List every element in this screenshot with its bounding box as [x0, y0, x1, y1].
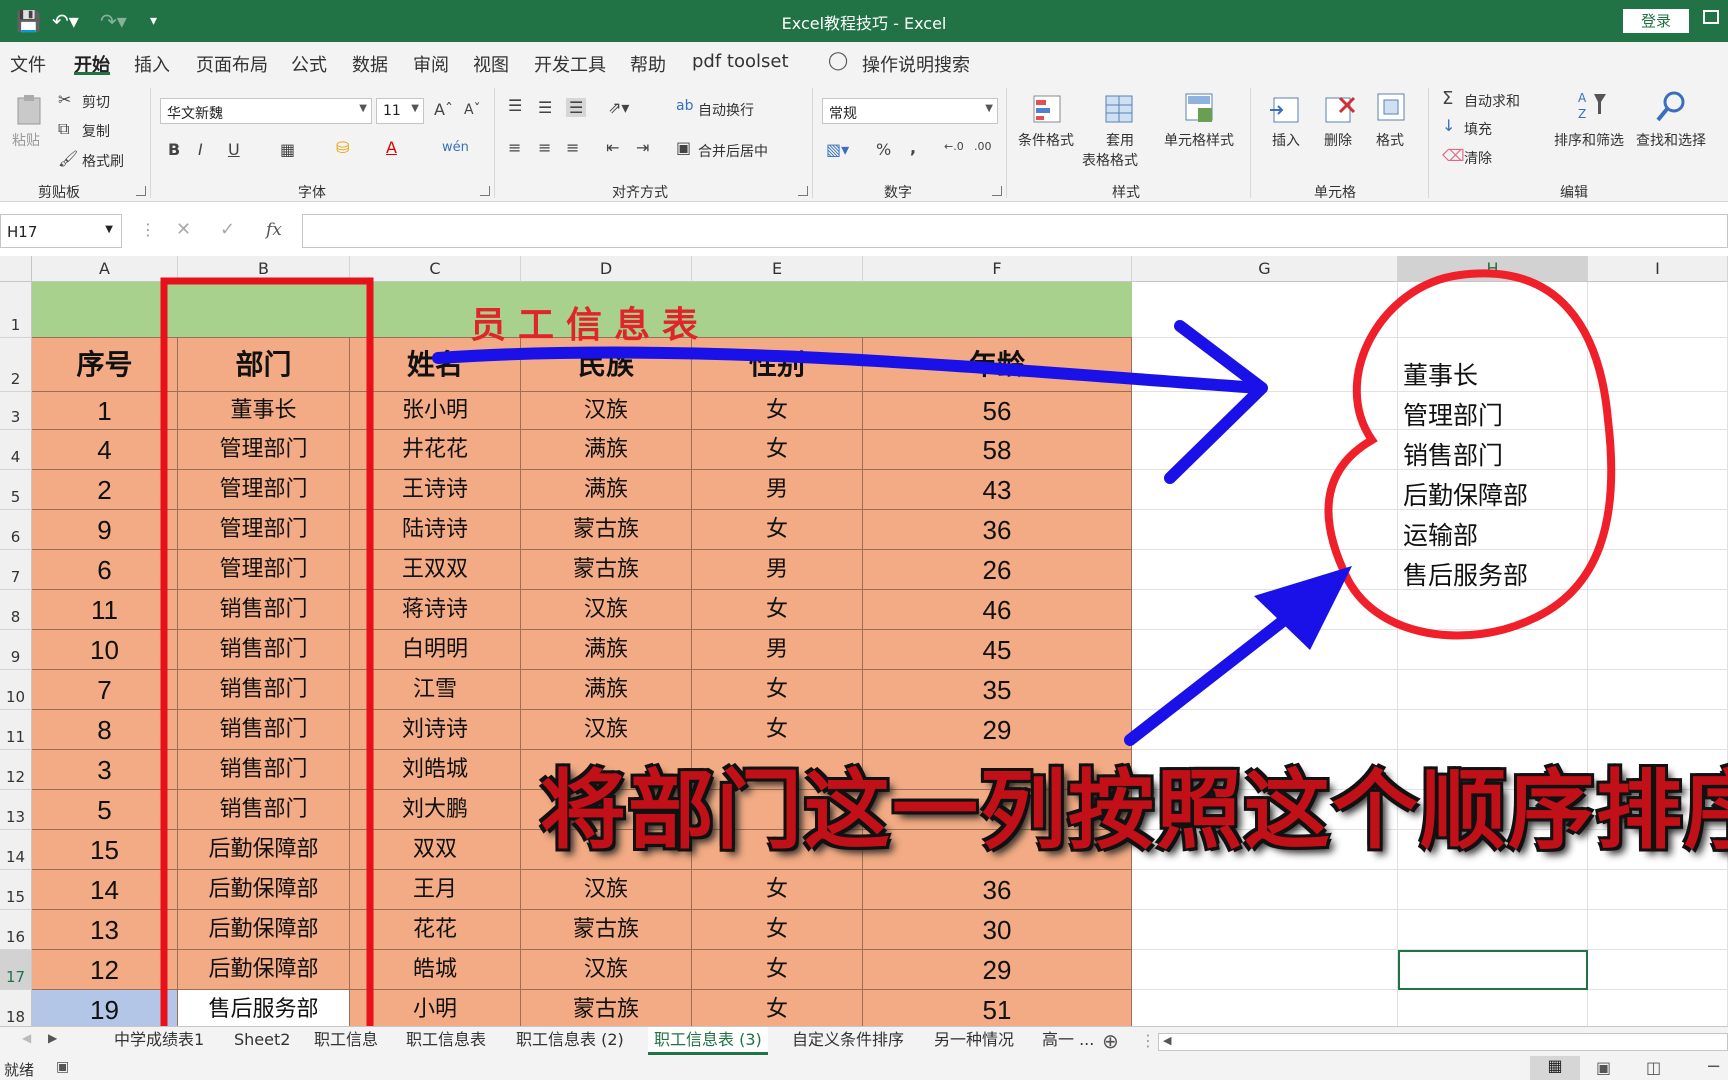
macro-record-icon[interactable]: ▣: [56, 1059, 69, 1075]
sheet-tab[interactable]: 另一种情况: [928, 1027, 1020, 1055]
horizontal-scrollbar[interactable]: ◀: [1158, 1033, 1728, 1051]
add-sheet-icon[interactable]: ⊕: [1102, 1029, 1119, 1053]
order-list-item: 后勤保障部: [1403, 481, 1529, 510]
normal-view-icon[interactable]: ▦: [1530, 1056, 1580, 1080]
column-b-highlight-box: [160, 277, 374, 1040]
order-list-item: 董事长: [1403, 361, 1479, 390]
scroll-right-icon[interactable]: ▶: [48, 1031, 57, 1045]
tutorial-caption: 将部门这一列按照这个顺序排序: [540, 761, 1728, 861]
more-icon: ⋮: [1140, 1031, 1156, 1050]
scroll-left-icon[interactable]: ◀: [1163, 1034, 1171, 1047]
sheet-tab[interactable]: 职工信息表 (2): [510, 1027, 630, 1055]
blue-arrow-top: [432, 346, 1266, 394]
sheet-tab[interactable]: 中学成绩表1: [108, 1027, 210, 1055]
page-layout-view-icon[interactable]: ▣: [1596, 1058, 1611, 1077]
status-bar: 就绪 ▣ ▦ ▣ ◫ −: [0, 1056, 1728, 1080]
order-list-item: 运输部: [1403, 521, 1479, 550]
sheet-tab[interactable]: 自定义条件排序: [786, 1027, 910, 1055]
sheet-tab[interactable]: Sheet2: [228, 1027, 296, 1055]
sheet-tab[interactable]: 高一 ...: [1036, 1027, 1100, 1055]
order-list-item: 售后服务部: [1403, 561, 1529, 590]
sheet-title: 员工信息表: [470, 304, 711, 346]
order-list-item: 管理部门: [1403, 401, 1504, 430]
scroll-left-icon[interactable]: ◀: [22, 1031, 31, 1045]
sheet-tab[interactable]: 职工信息表: [400, 1027, 492, 1055]
order-list-item: 销售部门: [1403, 441, 1504, 470]
page-break-view-icon[interactable]: ◫: [1646, 1058, 1661, 1077]
zoom-out-icon[interactable]: −: [1706, 1056, 1721, 1077]
blue-arrow-top-head: [1164, 320, 1268, 484]
sheet-tab-bar: ◀ ▶ 中学成绩表1 Sheet2 职工信息 职工信息表 职工信息表 (2) 职工信息表 …: [0, 1026, 1728, 1056]
sheet-tab[interactable]: 职工信息: [308, 1027, 384, 1055]
sheet-tab[interactable]: 职工信息表 (3): [648, 1027, 768, 1055]
status-ready: 就绪: [4, 1061, 35, 1079]
